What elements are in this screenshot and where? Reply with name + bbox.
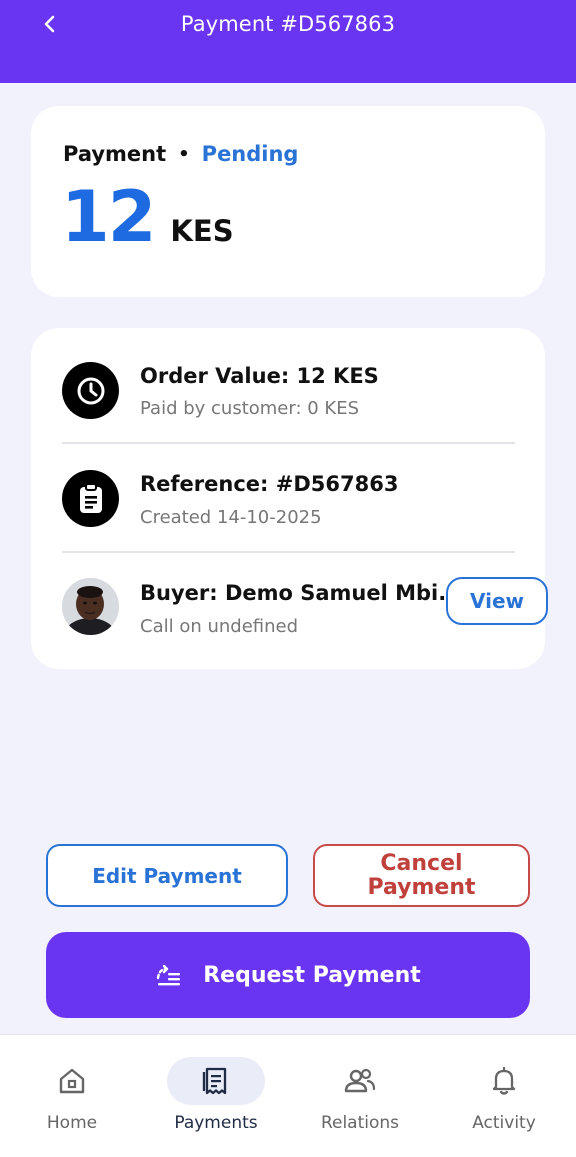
cancel-payment-label: Cancel Payment <box>367 850 476 900</box>
divider <box>62 551 515 553</box>
payment-status-line: Payment • Pending <box>63 142 298 166</box>
view-buyer-button[interactable]: View <box>446 577 548 625</box>
app-header: Payment #D567863 <box>0 0 576 83</box>
tab-icon-container <box>455 1057 553 1105</box>
edit-payment-button[interactable]: Edit Payment <box>46 844 288 907</box>
request-payment-icon <box>157 964 181 986</box>
tab-payments[interactable]: Payments <box>144 1035 288 1157</box>
payment-summary-card: Payment • Pending 12 KES <box>31 106 545 297</box>
amount-row: 12 KES <box>61 176 234 258</box>
tab-relations[interactable]: Relations <box>288 1035 432 1157</box>
tab-label: Activity <box>472 1113 536 1133</box>
clock-icon <box>62 362 119 419</box>
payment-details-card: Order Value: 12 KES Paid by customer: 0 … <box>31 328 548 669</box>
order-value-title: Order Value: 12 KES <box>140 364 379 388</box>
cancel-line-2: Payment <box>367 874 476 900</box>
tab-icon-container <box>311 1057 409 1105</box>
people-icon <box>344 1068 376 1093</box>
payment-currency: KES <box>170 214 234 248</box>
home-icon <box>59 1068 85 1094</box>
tab-label: Relations <box>320 1113 400 1133</box>
tab-label: Payments <box>174 1113 258 1133</box>
tab-label: Home <box>46 1113 98 1133</box>
payment-amount: 12 <box>61 176 156 258</box>
payment-label: Payment <box>63 142 167 166</box>
buyer-title: Buyer: Demo Samuel Mbi... <box>140 581 463 605</box>
clipboard-icon <box>62 470 119 527</box>
tab-icon-container <box>23 1057 121 1105</box>
receipt-icon <box>202 1067 227 1095</box>
order-value-subtitle: Paid by customer: 0 KES <box>140 398 360 419</box>
status-badge: Pending <box>201 142 299 166</box>
page-title: Payment #D567863 <box>180 12 396 36</box>
divider <box>62 442 515 444</box>
reference-title: Reference: #D567863 <box>140 472 399 496</box>
cancel-line-1: Cancel <box>380 850 463 876</box>
buyer-subtitle: Call on undefined <box>140 616 299 637</box>
cancel-payment-button[interactable]: Cancel Payment <box>313 844 530 907</box>
reference-subtitle: Created 14-10-2025 <box>140 507 322 528</box>
buyer-avatar <box>62 578 119 635</box>
tab-activity[interactable]: Activity <box>432 1035 576 1157</box>
request-payment-button[interactable]: Request Payment <box>46 932 530 1018</box>
tab-icon-container <box>167 1057 265 1105</box>
separator-dot: • <box>178 143 190 165</box>
bell-icon <box>492 1066 516 1095</box>
request-payment-label: Request Payment <box>203 962 421 988</box>
tab-home[interactable]: Home <box>0 1035 144 1157</box>
bottom-tab-bar: Home Payments Relations Activity <box>0 1034 576 1157</box>
